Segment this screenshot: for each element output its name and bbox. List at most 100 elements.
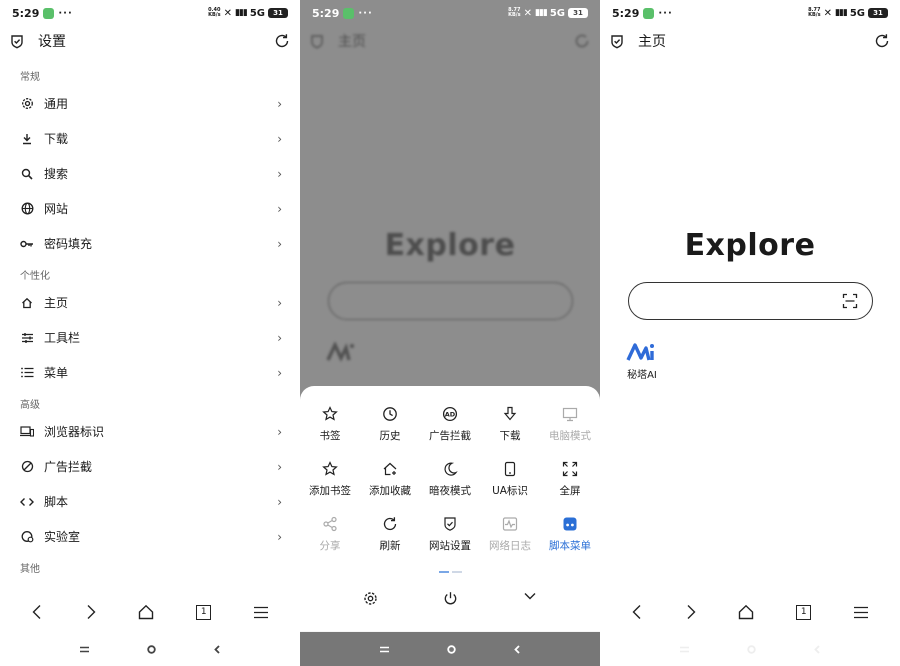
home-circle-icon[interactable] — [147, 644, 156, 654]
globe-icon — [20, 202, 34, 216]
top-bar: 主页 — [600, 26, 900, 56]
settings-item-label: 浏览器标识 — [44, 425, 105, 439]
menu-item-ua[interactable]: UA标识 — [480, 459, 540, 514]
network-speed: 8.77 KB/s — [508, 7, 521, 18]
shield-icon[interactable] — [10, 34, 24, 49]
settings-item-website[interactable]: 网站 › — [0, 191, 300, 226]
forward-icon[interactable] — [685, 604, 697, 620]
code-icon — [20, 495, 34, 509]
menu-item-download[interactable]: 下载 — [480, 404, 540, 459]
key-icon — [20, 237, 34, 251]
recents-icon[interactable] — [80, 646, 89, 653]
section-header-personalization: 个性化 — [20, 271, 50, 282]
menu-item-label: 添加收藏 — [369, 485, 411, 497]
menu-item-desktop-mode[interactable]: 电脑模式 — [540, 404, 600, 459]
recents-icon[interactable] — [380, 646, 389, 653]
settings-item-label: 菜单 — [44, 366, 69, 380]
menu-grid: 书签 历史 AD 广告拦截 下载 电脑模式 添加书签 添加收藏 暗夜模式 UA标… — [300, 404, 600, 569]
menu-item-adblock[interactable]: AD 广告拦截 — [420, 404, 480, 459]
shortcut-metaso[interactable]: 秘塔AI — [626, 342, 662, 381]
top-bar: 设置 — [0, 26, 300, 56]
sliders-icon — [20, 331, 34, 345]
settings-item-homepage[interactable]: 主页 › — [0, 285, 300, 320]
tabs-icon[interactable]: 1 — [796, 604, 812, 620]
menu-item-fullscreen[interactable]: 全屏 — [540, 459, 600, 514]
settings-item-download[interactable]: 下载 › — [0, 121, 300, 156]
menu-item-script-menu[interactable]: 脚本菜单 — [540, 514, 600, 569]
home-screen: 5:29 ··· 8.77 KB/s ✕ ▮▮▮ 5G 31 主页 Explor… — [600, 0, 900, 666]
gear-icon[interactable] — [363, 591, 378, 606]
menu-item-add-bookmark[interactable]: 添加书签 — [300, 459, 360, 514]
search-box[interactable] — [628, 282, 873, 320]
menu-item-site-settings[interactable]: 网站设置 — [420, 514, 480, 569]
chevron-down-icon[interactable] — [523, 591, 537, 606]
settings-item-label: 密码填充 — [44, 237, 93, 251]
explore-title: Explore — [384, 228, 516, 263]
settings-item-label: 脚本 — [44, 495, 69, 509]
home-circle-icon[interactable] — [447, 644, 456, 654]
battery-icon: 31 — [868, 8, 888, 18]
status-time: 5:29 — [312, 6, 340, 20]
chevron-right-icon: › — [277, 295, 282, 310]
scan-icon[interactable] — [842, 293, 858, 309]
system-back-icon[interactable] — [214, 644, 220, 654]
menu-icon[interactable] — [253, 606, 269, 619]
page-title: 设置 — [38, 34, 66, 50]
home-plus-icon — [382, 459, 398, 479]
home-nav-icon[interactable] — [138, 604, 154, 620]
settings-item-general[interactable]: 通用 › — [0, 86, 300, 121]
settings-item-toolbar[interactable]: 工具栏 › — [0, 320, 300, 355]
refresh-icon[interactable] — [874, 33, 890, 49]
system-back-icon[interactable] — [814, 644, 820, 654]
lab-icon — [20, 530, 34, 544]
settings-item-menu[interactable]: 菜单 › — [0, 355, 300, 390]
home-nav-icon[interactable] — [738, 604, 754, 620]
forward-icon[interactable] — [85, 604, 97, 620]
tabs-icon[interactable]: 1 — [196, 604, 212, 620]
menu-item-bookmarks[interactable]: 书签 — [300, 404, 360, 459]
recents-icon[interactable] — [680, 646, 689, 653]
menu-item-network-log[interactable]: 网络日志 — [480, 514, 540, 569]
chevron-right-icon: › — [277, 201, 282, 216]
home-icon — [20, 296, 34, 310]
gear-icon — [20, 97, 34, 111]
back-icon[interactable] — [31, 604, 43, 620]
settings-item-script[interactable]: 脚本 › — [0, 484, 300, 519]
search-input[interactable] — [643, 283, 843, 317]
menu-item-share[interactable]: 分享 — [300, 514, 360, 569]
notification-badge-icon — [643, 7, 655, 19]
menu-item-label: 书签 — [319, 430, 341, 442]
settings-item-browser-id[interactable]: 浏览器标识 › — [0, 414, 300, 449]
page-dot — [451, 571, 462, 573]
page-title: 主页 — [638, 34, 666, 50]
power-icon[interactable] — [443, 591, 458, 606]
menu-item-label: 全屏 — [559, 485, 581, 497]
shield-icon[interactable] — [610, 34, 624, 49]
menu-item-add-favorite[interactable]: 添加收藏 — [360, 459, 420, 514]
system-back-icon[interactable] — [514, 644, 520, 654]
system-nav — [0, 632, 300, 666]
page-title: 主页 — [338, 34, 366, 50]
status-dots: ··· — [658, 7, 673, 19]
settings-item-lab[interactable]: 实验室 › — [0, 519, 300, 554]
mute-icon: ✕ — [223, 7, 232, 19]
script-menu-icon — [562, 514, 578, 534]
network-type: 5G — [849, 7, 865, 19]
menu-item-refresh[interactable]: 刷新 — [360, 514, 420, 569]
menu-icon[interactable] — [853, 606, 869, 619]
menu-item-history[interactable]: 历史 — [360, 404, 420, 459]
settings-item-password-fill[interactable]: 密码填充 › — [0, 226, 300, 261]
download-icon — [20, 132, 34, 146]
chevron-right-icon: › — [277, 365, 282, 380]
moon-icon — [442, 459, 458, 479]
fullscreen-icon — [562, 459, 578, 479]
menu-item-dark-mode[interactable]: 暗夜模式 — [420, 459, 480, 514]
back-icon[interactable] — [631, 604, 643, 620]
settings-item-adblock[interactable]: 广告拦截 › — [0, 449, 300, 484]
dim-backdrop[interactable]: 5:29 ··· 8.77 KB/s ✕ ▮▮▮ 5G 31 主页 Explor… — [300, 0, 600, 400]
refresh-icon[interactable] — [274, 33, 290, 49]
metaso-logo-icon — [326, 342, 354, 362]
chevron-right-icon: › — [277, 529, 282, 544]
home-circle-icon[interactable] — [747, 644, 756, 654]
settings-item-search[interactable]: 搜索 › — [0, 156, 300, 191]
